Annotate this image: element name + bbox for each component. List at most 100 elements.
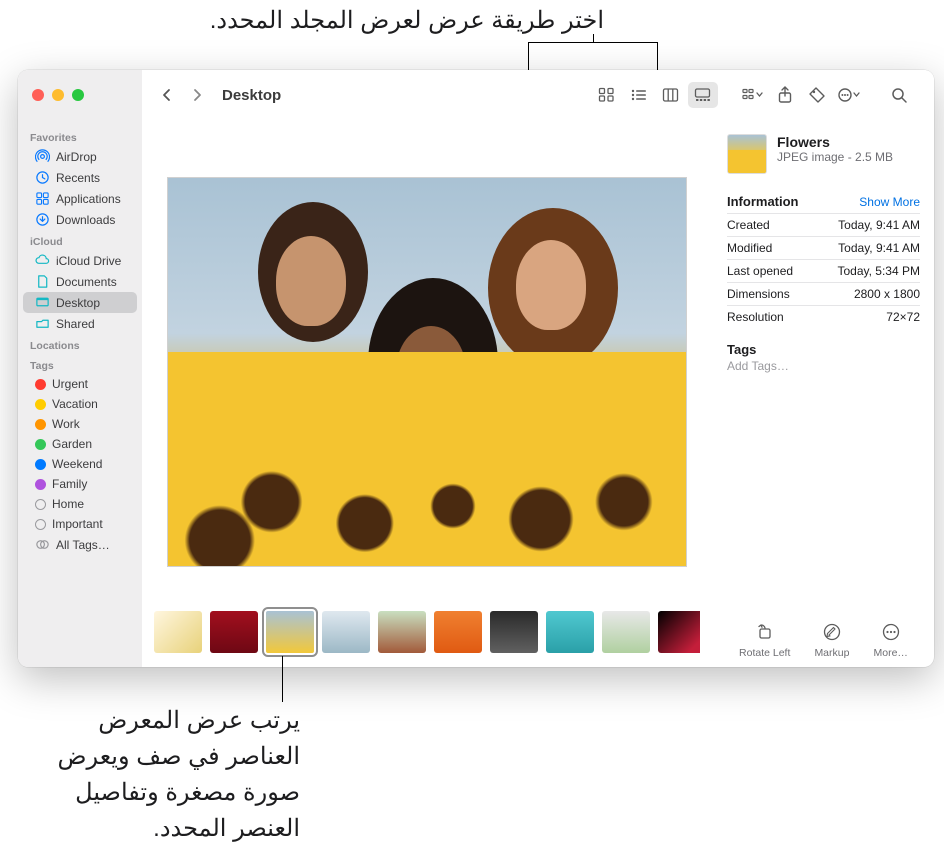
sidebar-item[interactable]: Work [23, 414, 137, 434]
close-button[interactable] [32, 89, 44, 101]
markup-label: Markup [814, 647, 849, 659]
tag-ring-icon [35, 519, 46, 530]
thumbnail[interactable] [378, 611, 426, 653]
rotate-left-label: Rotate Left [739, 647, 790, 659]
markup-icon [821, 621, 843, 643]
gallery-area [142, 120, 712, 667]
apps-icon [35, 191, 50, 206]
sidebar-item-label: iCloud Drive [56, 254, 121, 268]
column-view-button[interactable] [656, 82, 686, 108]
info-key: Dimensions [727, 287, 790, 301]
main-content: Flowers JPEG image - 2.5 MB Information … [142, 120, 934, 667]
info-value: Today, 9:41 AM [838, 241, 920, 255]
callout-connector [593, 34, 594, 42]
sidebar-item-label: Urgent [52, 377, 88, 391]
more-icon [880, 621, 902, 643]
thumbnail[interactable] [322, 611, 370, 653]
thumbnail[interactable] [546, 611, 594, 653]
sidebar-item-label: Work [52, 417, 80, 431]
rotate-left-button[interactable]: Rotate Left [739, 621, 790, 659]
thumbnail[interactable] [266, 611, 314, 653]
info-row: Modified Today, 9:41 AM [727, 236, 920, 259]
sidebar-item[interactable]: Family [23, 474, 137, 494]
callout-top-text: اختر طريقة عرض لعرض المجلد المحدد. [210, 6, 604, 35]
show-more-link[interactable]: Show More [859, 195, 920, 209]
sidebar-item[interactable]: Documents [23, 271, 137, 292]
sidebar-item[interactable]: Weekend [23, 454, 137, 474]
group-by-button[interactable] [738, 82, 768, 108]
add-tags-field[interactable]: Add Tags… [727, 359, 920, 373]
tags-button[interactable] [802, 82, 832, 108]
preview-area [154, 120, 700, 603]
tags-section-header: Tags [727, 342, 920, 357]
alltags-icon [35, 537, 50, 552]
sidebar-item-label: All Tags… [56, 538, 110, 552]
info-section-header: Information [727, 194, 799, 209]
sidebar-item[interactable]: Recents [23, 167, 137, 188]
sidebar-item[interactable]: Downloads [23, 209, 137, 230]
sidebar-item-label: Recents [56, 171, 100, 185]
more-actions-button[interactable]: More… [874, 621, 908, 659]
download-icon [35, 212, 50, 227]
minimize-button[interactable] [52, 89, 64, 101]
sidebar-item[interactable]: AirDrop [23, 146, 137, 167]
info-row: Resolution72×72 [727, 305, 920, 328]
thumbnail[interactable] [602, 611, 650, 653]
gallery-view-button[interactable] [688, 82, 718, 108]
tag-color-icon [35, 419, 46, 430]
forward-button[interactable] [184, 82, 210, 108]
sidebar: FavoritesAirDropRecentsApplicationsDownl… [18, 120, 142, 667]
info-panel: Flowers JPEG image - 2.5 MB Information … [712, 120, 934, 667]
thumbnail[interactable] [210, 611, 258, 653]
list-view-button[interactable] [624, 82, 654, 108]
callout-bottom-text: يرتب عرض المعرض العناصر في صف ويعرض صورة… [20, 703, 300, 847]
callout-connector [528, 42, 658, 72]
location-title: Desktop [222, 87, 281, 104]
file-name: Flowers [777, 134, 893, 150]
search-button[interactable] [884, 82, 914, 108]
sidebar-item[interactable]: Urgent [23, 374, 137, 394]
file-subtitle: JPEG image - 2.5 MB [777, 150, 893, 164]
action-menu-button[interactable] [834, 82, 864, 108]
back-button[interactable] [154, 82, 180, 108]
sidebar-item[interactable]: All Tags… [23, 534, 137, 555]
preview-image[interactable] [167, 177, 687, 567]
sidebar-item[interactable]: Vacation [23, 394, 137, 414]
sidebar-section-header: iCloud [18, 230, 142, 250]
info-row: Dimensions2800 x 1800 [727, 282, 920, 305]
sidebar-item[interactable]: Important [23, 514, 137, 534]
sidebar-item[interactable]: Garden [23, 434, 137, 454]
info-key: Modified [727, 241, 772, 255]
sidebar-item[interactable]: Home [23, 494, 137, 514]
info-value: Today, 5:34 PM [838, 264, 921, 278]
info-row: CreatedToday, 9:41 AM [727, 213, 920, 236]
view-switcher [592, 82, 718, 108]
sidebar-item[interactable]: iCloud Drive [23, 250, 137, 271]
sidebar-item-label: Garden [52, 437, 92, 451]
toolbar: Desktop [142, 70, 934, 120]
info-key: Last opened [727, 264, 793, 278]
zoom-button[interactable] [72, 89, 84, 101]
titlebar: Desktop [18, 70, 934, 120]
window-controls [18, 70, 142, 120]
callout-connector [282, 656, 283, 702]
thumbnail[interactable] [490, 611, 538, 653]
thumbnail[interactable] [434, 611, 482, 653]
info-header: Flowers JPEG image - 2.5 MB [727, 134, 920, 174]
info-value: Today, 9:41 AM [838, 218, 920, 232]
icon-view-button[interactable] [592, 82, 622, 108]
thumbnail[interactable] [658, 611, 700, 653]
sidebar-item[interactable]: Desktop [23, 292, 137, 313]
tag-color-icon [35, 399, 46, 410]
thumbnail[interactable] [154, 611, 202, 653]
recents-icon [35, 170, 50, 185]
tag-color-icon [35, 479, 46, 490]
sidebar-item-label: Important [52, 517, 103, 531]
shared-icon [35, 316, 50, 331]
info-key: Resolution [727, 310, 784, 324]
sidebar-item[interactable]: Applications [23, 188, 137, 209]
sidebar-item-label: Family [52, 477, 87, 491]
sidebar-item[interactable]: Shared [23, 313, 137, 334]
markup-button[interactable]: Markup [814, 621, 849, 659]
share-button[interactable] [770, 82, 800, 108]
